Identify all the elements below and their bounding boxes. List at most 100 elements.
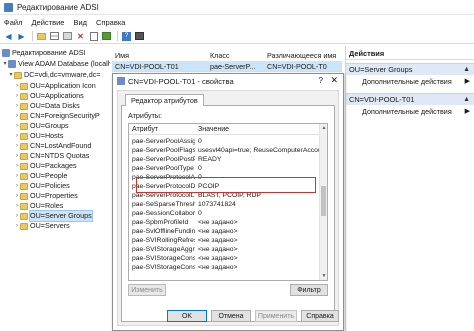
back-arrow-icon[interactable]: ◀: [3, 31, 14, 42]
tree-item-adsi-root[interactable]: Редактирование ADSI: [2, 48, 86, 58]
column-header-attribute[interactable]: Атрибут: [129, 124, 195, 134]
folder-icon: [20, 182, 28, 190]
attribute-name: pae-ServerPoolFlags: [132, 147, 195, 154]
tree-item-ntds-quotas[interactable]: › CN=NTDS Quotas: [14, 151, 89, 161]
tree-item-dc[interactable]: ▾ DC=vdi,dc=vmware,dc=: [8, 70, 100, 80]
console-icon[interactable]: [134, 31, 145, 42]
collapse-arrow-icon[interactable]: ▲: [463, 94, 470, 106]
column-header-class[interactable]: Класс: [207, 50, 264, 61]
tree-item-policies[interactable]: › OU=Policies: [14, 181, 70, 191]
vertical-scrollbar[interactable]: ▲ ▼: [319, 124, 327, 280]
properties-dialog: CN=VDI-POOL-T01 - свойства ? ✕ Редактор …: [112, 73, 344, 331]
menu-action[interactable]: Действие: [31, 18, 64, 27]
attribute-name: pae-SessionCollabora...: [132, 210, 195, 217]
attribute-value: <не задано>: [198, 228, 238, 235]
column-header-dn[interactable]: Различающееся имя: [264, 50, 342, 61]
tree-item-groups[interactable]: › OU=Groups: [14, 121, 69, 131]
attribute-value: <не задано>: [198, 246, 238, 253]
help-icon[interactable]: ?: [121, 31, 132, 42]
toolbar: ◀ ▶ ✕ ?: [0, 29, 474, 44]
attribute-value: usesvl40api=true; ReuseComputerAccount=.…: [198, 147, 321, 154]
properties-icon[interactable]: [101, 31, 112, 42]
attribute-value: PCOIP: [198, 183, 220, 190]
forward-arrow-icon[interactable]: ▶: [16, 31, 27, 42]
help-dialog-button[interactable]: Справка: [301, 310, 339, 322]
tree-item-servers[interactable]: › OU=Servers: [14, 221, 70, 231]
edit-button[interactable]: Изменить: [128, 284, 166, 296]
scrollbar-thumb[interactable]: [321, 186, 326, 216]
table-row[interactable]: pae-ServerProtocolL... BLAST, PCOIP, RDP: [129, 191, 321, 200]
tree-item-application-icon[interactable]: › OU=Application Icon: [14, 81, 96, 91]
table-row[interactable]: pae-ServerPoolFlags usesvl40api=true; Reu…: [129, 146, 321, 155]
table-row[interactable]: pae-SeSparseThresh...1073741824: [129, 200, 321, 209]
more-actions-link[interactable]: Дополнительные действия ▶: [346, 76, 474, 87]
menu-file[interactable]: Файл: [4, 18, 22, 27]
ok-button[interactable]: OK: [167, 310, 207, 322]
actions-group-server-groups[interactable]: OU=Server Groups ▲: [346, 63, 474, 75]
actions-group-vdi-pool[interactable]: CN=VDI-POOL-T01 ▲: [346, 93, 474, 105]
attribute-name: pae-SvlOfflineFunding: [132, 228, 195, 235]
tree-item-data-disks[interactable]: › OU=Data Disks: [14, 101, 80, 111]
tree-item-applications[interactable]: › OU=Applications: [14, 91, 84, 101]
help-button[interactable]: ?: [319, 76, 323, 85]
menu-help[interactable]: Справка: [96, 18, 125, 27]
tree-item-hosts[interactable]: › OU=Hosts: [14, 131, 63, 141]
export-icon[interactable]: [88, 31, 99, 42]
table-row[interactable]: pae-SessionCollabora...0: [129, 209, 321, 218]
attribute-name: pae-SpbmProfileId: [132, 219, 189, 226]
table-row[interactable]: pae-ServerPoolPostP...READY: [129, 155, 321, 164]
table-row[interactable]: pae-ServerProtocolD... PCOIP: [129, 182, 321, 191]
menu-view[interactable]: Вид: [73, 18, 87, 27]
tab-attribute-editor[interactable]: Редактор атрибутов: [125, 94, 204, 106]
actions-pane: Действия OU=Server Groups ▲ Дополнительн…: [345, 46, 474, 331]
table-row[interactable]: pae-SVIRollingRefreshl...<не задано>: [129, 236, 321, 245]
dialog-title: CN=VDI-POOL-T01 - свойства: [128, 76, 234, 86]
cancel-button[interactable]: Отмена: [211, 310, 251, 322]
apply-button[interactable]: Применить: [255, 310, 297, 322]
tree-item-lost-and-found[interactable]: › CN=LostAndFound: [14, 141, 91, 151]
toolbar-separator: [32, 31, 33, 41]
attribute-name: pae-ServerPoolAssig...: [132, 138, 195, 145]
table-row[interactable]: pae-ServerProtocolAl...0: [129, 173, 321, 182]
table-row[interactable]: pae-SVIStorageConsA...<не задано>: [129, 263, 321, 272]
table-row[interactable]: pae-SpbmProfileId <не задано>: [129, 218, 321, 227]
collapse-arrow-icon[interactable]: ▲: [463, 64, 470, 76]
tree-item-people[interactable]: › OU=People: [14, 171, 67, 181]
more-actions-label: Дополнительные действия: [362, 77, 452, 86]
expand-arrow-icon: ▶: [464, 108, 470, 115]
table-row[interactable]: pae-SvlOfflineFunding <не задано>: [129, 227, 321, 236]
tree-item-adam-database[interactable]: ▾ View ADAM Database (localh: [2, 59, 110, 69]
tree-item-foreign-security[interactable]: › CN=ForeignSecurityP: [14, 111, 100, 121]
filter-button[interactable]: Фильтр: [290, 284, 328, 296]
table-row[interactable]: pae-SVIStorageAggre...<не задано>: [129, 245, 321, 254]
scroll-down-icon[interactable]: ▼: [320, 272, 327, 280]
close-icon[interactable]: ✕: [330, 75, 338, 86]
table-row[interactable]: pae-SVIStorageCons... <не задано>: [129, 254, 321, 263]
attribute-name: pae-ServerPoolPostP...: [132, 156, 195, 163]
refresh-icon[interactable]: [62, 31, 73, 42]
toolbar-separator: [117, 31, 118, 41]
tree-item-properties[interactable]: › OU=Properties: [14, 191, 78, 201]
list-item-dn: CN=VDI-POOL-T0: [267, 62, 327, 71]
attribute-name: pae-ServerProtocolD...: [132, 183, 195, 190]
more-actions-link[interactable]: Дополнительные действия ▶: [346, 106, 474, 117]
column-header-name[interactable]: Имя: [112, 50, 207, 61]
delete-icon[interactable]: ✕: [75, 31, 86, 42]
tree-item-packages[interactable]: › OU=Packages: [14, 161, 77, 171]
list-item[interactable]: CN=VDI-POOL-T01 pae-ServerP... CN=VDI-PO…: [112, 62, 342, 72]
tree-item-roles[interactable]: › OU=Roles: [14, 201, 63, 211]
scroll-up-icon[interactable]: ▲: [320, 124, 327, 132]
attribute-name: pae-SVIStorageCons...: [132, 255, 195, 262]
menu-bar: Файл Действие Вид Справка: [0, 15, 474, 29]
table-row[interactable]: pae-ServerPoolType 0: [129, 164, 321, 173]
folder-icon[interactable]: [36, 31, 47, 42]
attribute-name: pae-SVIStorageAggre...: [132, 246, 195, 253]
table-row[interactable]: pae-ServerPoolAssig... 0: [129, 137, 321, 146]
tree-item-server-groups[interactable]: › OU=Server Groups: [14, 210, 93, 222]
navigation-tree: Редактирование ADSI ▾ View ADAM Database …: [0, 46, 110, 331]
attribute-value: <не задано>: [198, 237, 238, 244]
grid-icon[interactable]: [49, 31, 60, 42]
column-header-value[interactable]: Значение: [195, 124, 321, 134]
attribute-value: 0: [198, 210, 202, 217]
more-actions-label: Дополнительные действия: [362, 107, 452, 116]
